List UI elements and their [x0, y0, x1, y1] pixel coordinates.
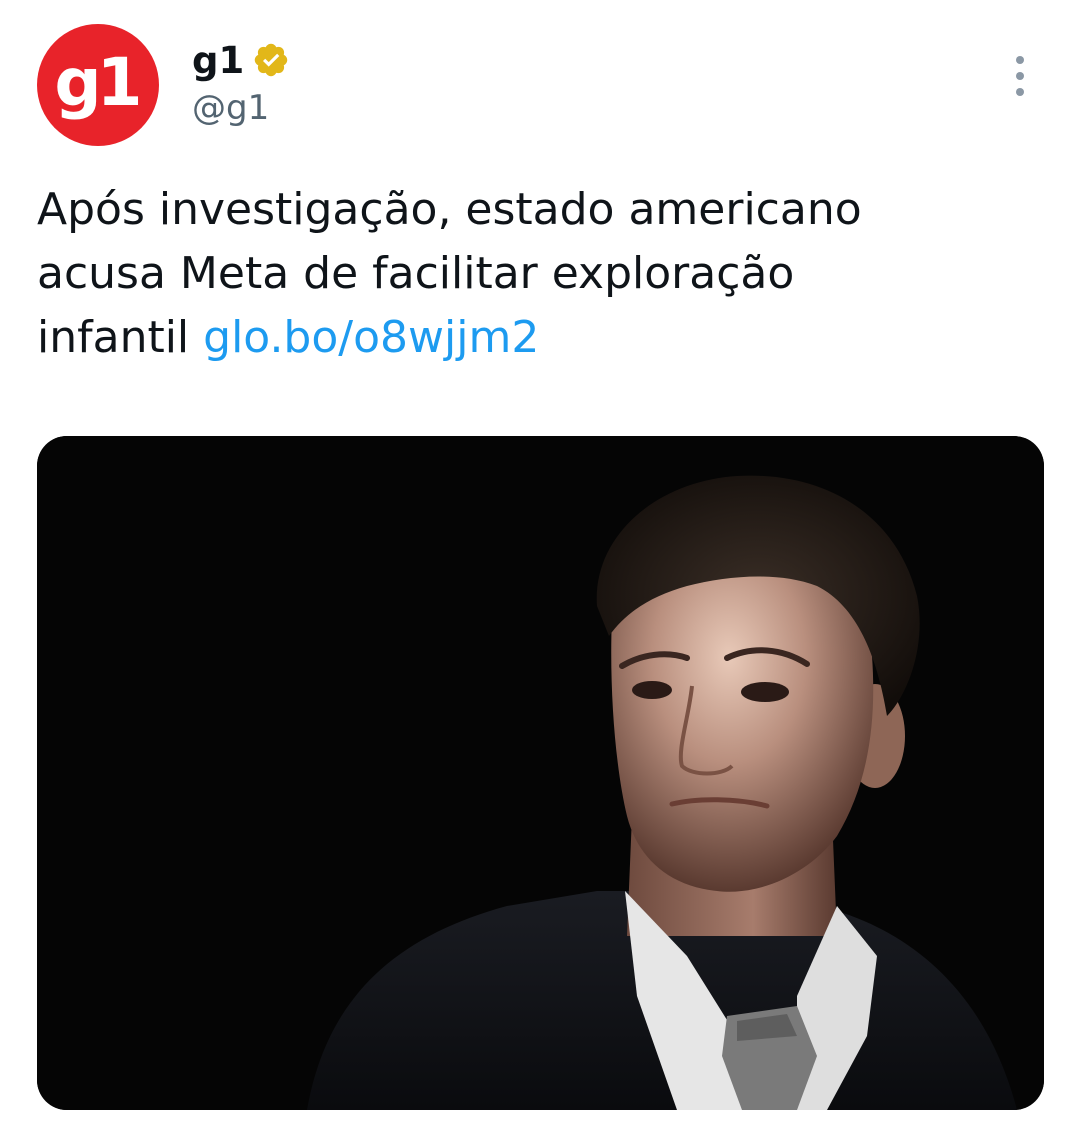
tweet-text-line-3: infantil [37, 312, 204, 363]
portrait-photo-image [37, 436, 1044, 1110]
author-display-name[interactable]: g1 [192, 39, 244, 82]
tweet-text-line-1: Após investigação, estado americano [37, 184, 862, 235]
avatar-logo-text: g1 [54, 43, 142, 121]
more-options-icon[interactable] [1004, 52, 1036, 100]
tweet-link[interactable]: glo.bo/o8wjjm2 [203, 312, 539, 363]
tweet-text-line-2: acusa Meta de facilitar exploração [37, 248, 795, 299]
author-handle[interactable]: @g1 [192, 88, 269, 128]
avatar[interactable]: g1 [37, 24, 159, 146]
verified-badge-icon[interactable] [252, 41, 290, 79]
tweet-media-photo[interactable] [37, 436, 1044, 1110]
tweet-text: Após investigação, estado americano acusa… [37, 178, 1047, 370]
author-name-row: g1 [192, 36, 290, 84]
